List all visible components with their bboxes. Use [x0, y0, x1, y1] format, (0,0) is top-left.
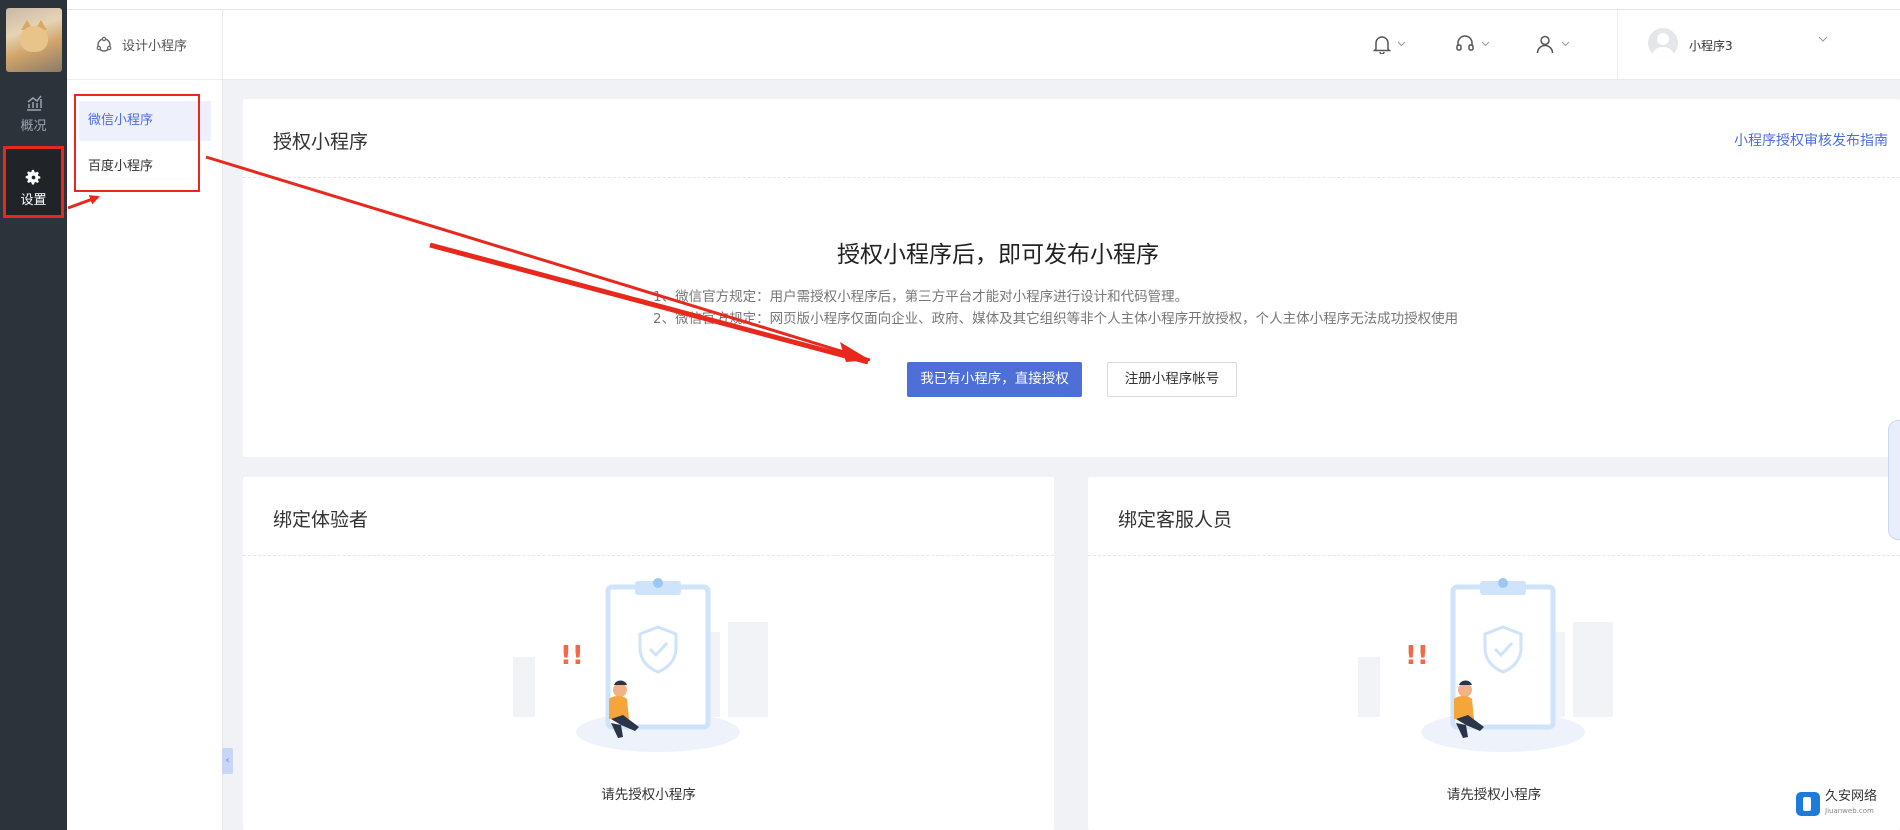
watermark-name: 久安网络	[1825, 789, 1878, 804]
authorize-notes: 1、微信官方规定：用户需授权小程序后，第三方平台才能对小程序进行设计和代码管理。…	[653, 286, 1458, 330]
authorize-card: 授权小程序 小程序授权审核发布指南 授权小程序后，即可发布小程序 1、微信官方规…	[243, 99, 1900, 457]
bell-icon	[1373, 36, 1391, 54]
divider	[243, 555, 1054, 556]
divider	[1088, 555, 1900, 556]
nav-overview[interactable]: 概况	[0, 94, 67, 134]
current-app-name: 小程序3	[1689, 39, 1733, 53]
authorize-heading: 授权小程序后，即可发布小程序	[837, 242, 1159, 268]
account-menu[interactable]	[1535, 34, 1570, 54]
guide-link[interactable]: 小程序授权审核发布指南	[1734, 130, 1888, 150]
headset-icon	[1456, 35, 1474, 51]
authorize-button[interactable]: 我已有小程序，直接授权	[907, 362, 1082, 397]
chevron-down-icon	[1818, 36, 1828, 42]
empty-state-illustration: !!	[1358, 578, 1613, 752]
sidebar-collapse-handle[interactable]: ‹	[222, 748, 233, 774]
design-icon	[96, 36, 112, 52]
user-icon	[1536, 35, 1554, 54]
watermark: 久安网络 Jiuanweb.com	[1796, 790, 1877, 818]
notifications-menu[interactable]	[1373, 34, 1406, 54]
main-nav-rail: 概况 设置	[0, 0, 67, 830]
empty-state-text: 请先授权小程序	[601, 787, 696, 803]
empty-state-illustration: !!	[513, 578, 768, 752]
app-switcher[interactable]: 小程序3	[1617, 10, 1900, 80]
secondary-sidebar: 设计小程序 微信小程序 百度小程序	[67, 10, 223, 830]
chevron-down-icon	[1481, 41, 1490, 47]
watermark-logo-icon	[1796, 792, 1820, 816]
register-button[interactable]: 注册小程序帐号	[1107, 362, 1237, 397]
card-title: 绑定体验者	[273, 509, 369, 531]
gear-icon	[25, 169, 41, 185]
svg-text:!!: !!	[560, 641, 584, 671]
floating-help-tab[interactable]	[1888, 420, 1900, 540]
chart-trend-icon	[26, 95, 42, 111]
nav-settings-label: 设置	[20, 193, 47, 208]
sidebar-header-label: 设计小程序	[122, 39, 188, 54]
svg-text:!!: !!	[1405, 641, 1429, 671]
chevron-down-icon	[1561, 41, 1570, 47]
annotation-highlight-box	[74, 94, 200, 192]
sidebar-header: 设计小程序	[67, 10, 222, 80]
divider	[243, 177, 1900, 178]
bind-experience-card: 绑定体验者 !! 请先授权小程序	[243, 477, 1054, 830]
bind-service-card: 绑定客服人员 !! 请先授权小程序	[1088, 477, 1900, 830]
top-header: 小程序3	[223, 10, 1900, 80]
empty-state-text: 请先授权小程序	[1446, 787, 1542, 803]
top-border	[67, 0, 1900, 10]
watermark-sub: Jiuanweb.com	[1825, 807, 1874, 815]
nav-overview-label: 概况	[20, 119, 47, 134]
note-line: 2、微信官方规定：网页版小程序仅面向企业、政府、媒体及其它组织等非个人主体小程序…	[653, 311, 1459, 327]
app-avatar	[1648, 28, 1678, 58]
card-title: 绑定客服人员	[1118, 509, 1233, 531]
account-avatar[interactable]	[6, 8, 62, 72]
nav-settings[interactable]: 设置	[3, 146, 64, 218]
note-line: 1、微信官方规定：用户需授权小程序后，第三方平台才能对小程序进行设计和代码管理。	[653, 289, 1189, 305]
chevron-down-icon	[1397, 41, 1406, 47]
support-menu[interactable]	[1455, 34, 1490, 54]
card-title: 授权小程序	[273, 131, 369, 153]
